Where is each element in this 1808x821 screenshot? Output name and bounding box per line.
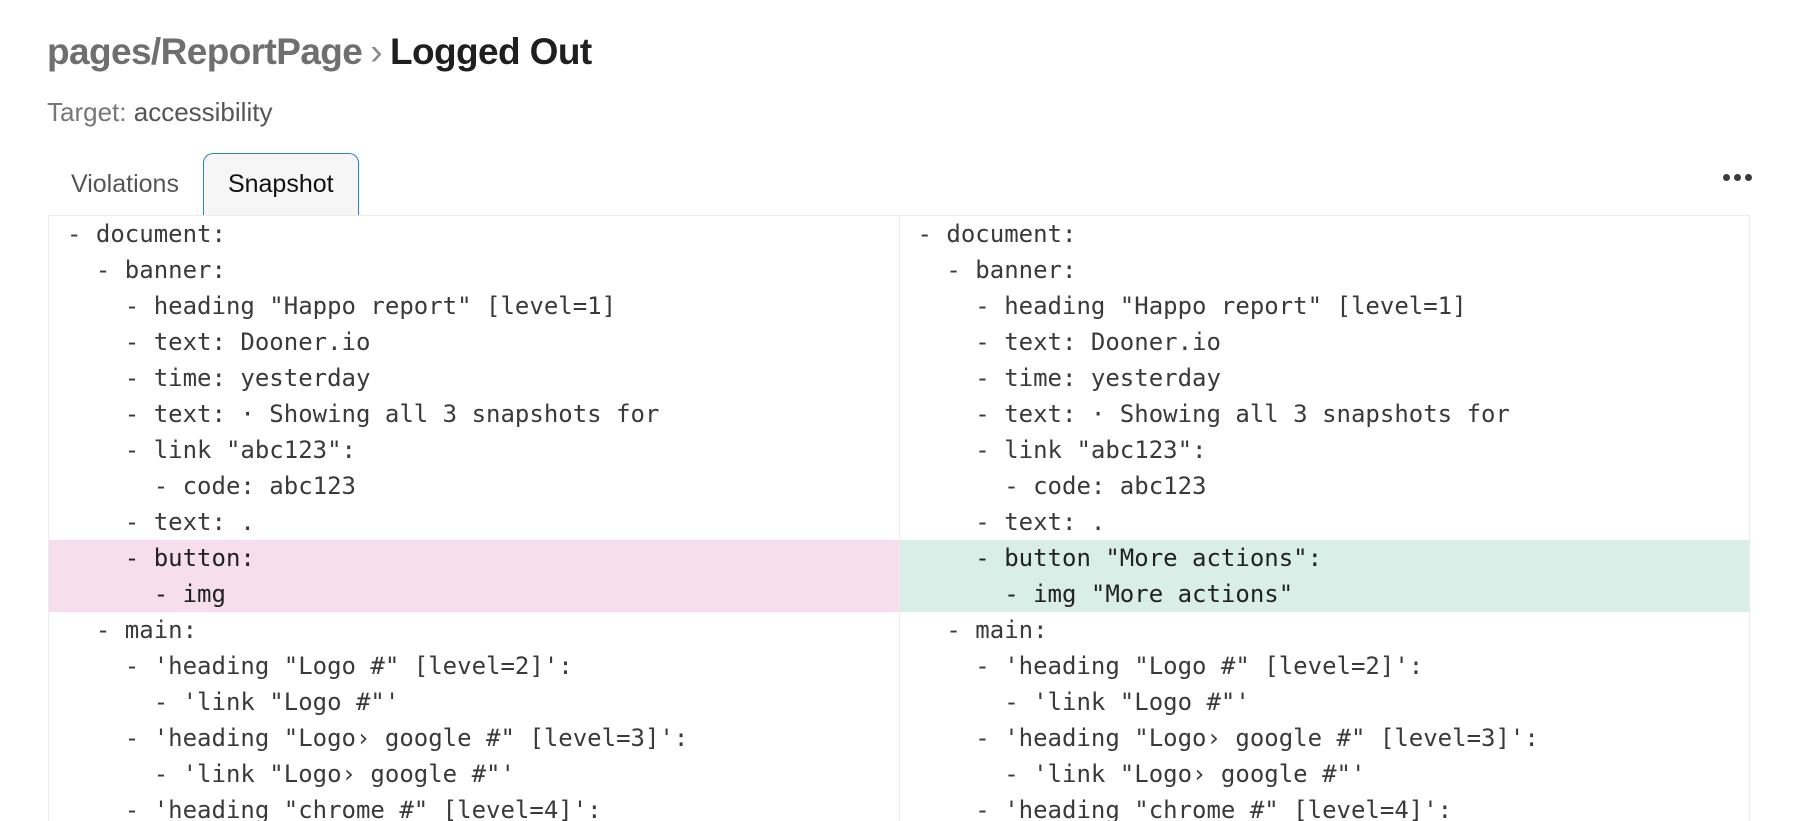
diff-pane-before: - document: - banner: - heading "Happo r…	[49, 216, 899, 821]
diff-line: - text: · Showing all 3 snapshots for	[917, 400, 1510, 428]
diff-line: - 'heading "chrome #" [level=4]':	[917, 796, 1453, 821]
diff-line: - 'heading "Logo #" [level=2]':	[917, 652, 1424, 680]
snapshot-diff: - document: - banner: - heading "Happo r…	[48, 215, 1750, 821]
diff-line: - code: abc123	[67, 472, 356, 500]
diff-line: - time: yesterday	[917, 364, 1221, 392]
more-dot	[1734, 174, 1741, 181]
breadcrumb-separator: ›	[370, 31, 383, 72]
diff-line: - 'heading "chrome #" [level=4]':	[67, 796, 602, 821]
diff-line: - text: · Showing all 3 snapshots for	[67, 400, 660, 428]
diff-line: - 'link "Logo› google #"'	[917, 760, 1366, 788]
diff-line-removed: - img	[49, 576, 899, 612]
diff-line: - heading "Happo report" [level=1]	[67, 292, 617, 320]
diff-line: - 'heading "Logo› google #" [level=3]':	[67, 724, 689, 752]
more-dot	[1745, 174, 1752, 181]
diff-line: - 'link "Logo› google #"'	[67, 760, 515, 788]
more-dot	[1723, 174, 1730, 181]
diff-line: - time: yesterday	[67, 364, 371, 392]
diff-line: - code: abc123	[917, 472, 1207, 500]
diff-line: - document:	[917, 220, 1077, 248]
diff-line-added: - button "More actions":	[899, 540, 1749, 576]
diff-line: - 'heading "Logo #" [level=2]':	[67, 652, 573, 680]
tab-bar: Violations Snapshot	[47, 152, 359, 215]
diff-line: - main:	[917, 616, 1048, 644]
page-title-current: Logged Out	[390, 31, 592, 72]
target-value: accessibility	[133, 97, 273, 127]
diff-line: - text: Dooner.io	[67, 328, 371, 356]
diff-line: - text: .	[67, 508, 255, 536]
tab-violations[interactable]: Violations	[47, 153, 203, 215]
breadcrumb[interactable]: pages/ReportPage	[47, 31, 363, 72]
diff-line: - banner:	[67, 256, 226, 284]
diff-pane-after: - document: - banner: - heading "Happo r…	[898, 216, 1749, 821]
diff-line: - link "abc123":	[917, 436, 1207, 464]
target-label: Target:	[47, 97, 127, 127]
diff-line: - link "abc123":	[67, 436, 356, 464]
diff-line-added: - img "More actions"	[899, 576, 1749, 612]
diff-line: - text: Dooner.io	[917, 328, 1221, 356]
more-horizontal-icon[interactable]	[1723, 168, 1752, 187]
diff-line: - document:	[67, 220, 226, 248]
diff-line: - heading "Happo report" [level=1]	[917, 292, 1467, 320]
target-line: Target: accessibility	[47, 96, 272, 128]
diff-line: - 'link "Logo #"'	[917, 688, 1250, 716]
tab-snapshot[interactable]: Snapshot	[202, 153, 359, 215]
diff-line: - 'link "Logo #"'	[67, 688, 400, 716]
diff-line: - 'heading "Logo› google #" [level=3]':	[917, 724, 1539, 752]
page-title: pages/ReportPage › Logged Out	[47, 30, 592, 74]
diff-line: - main:	[67, 616, 198, 644]
diff-line: - text: .	[917, 508, 1106, 536]
diff-line-removed: - button:	[49, 540, 899, 576]
diff-line: - banner:	[917, 256, 1077, 284]
